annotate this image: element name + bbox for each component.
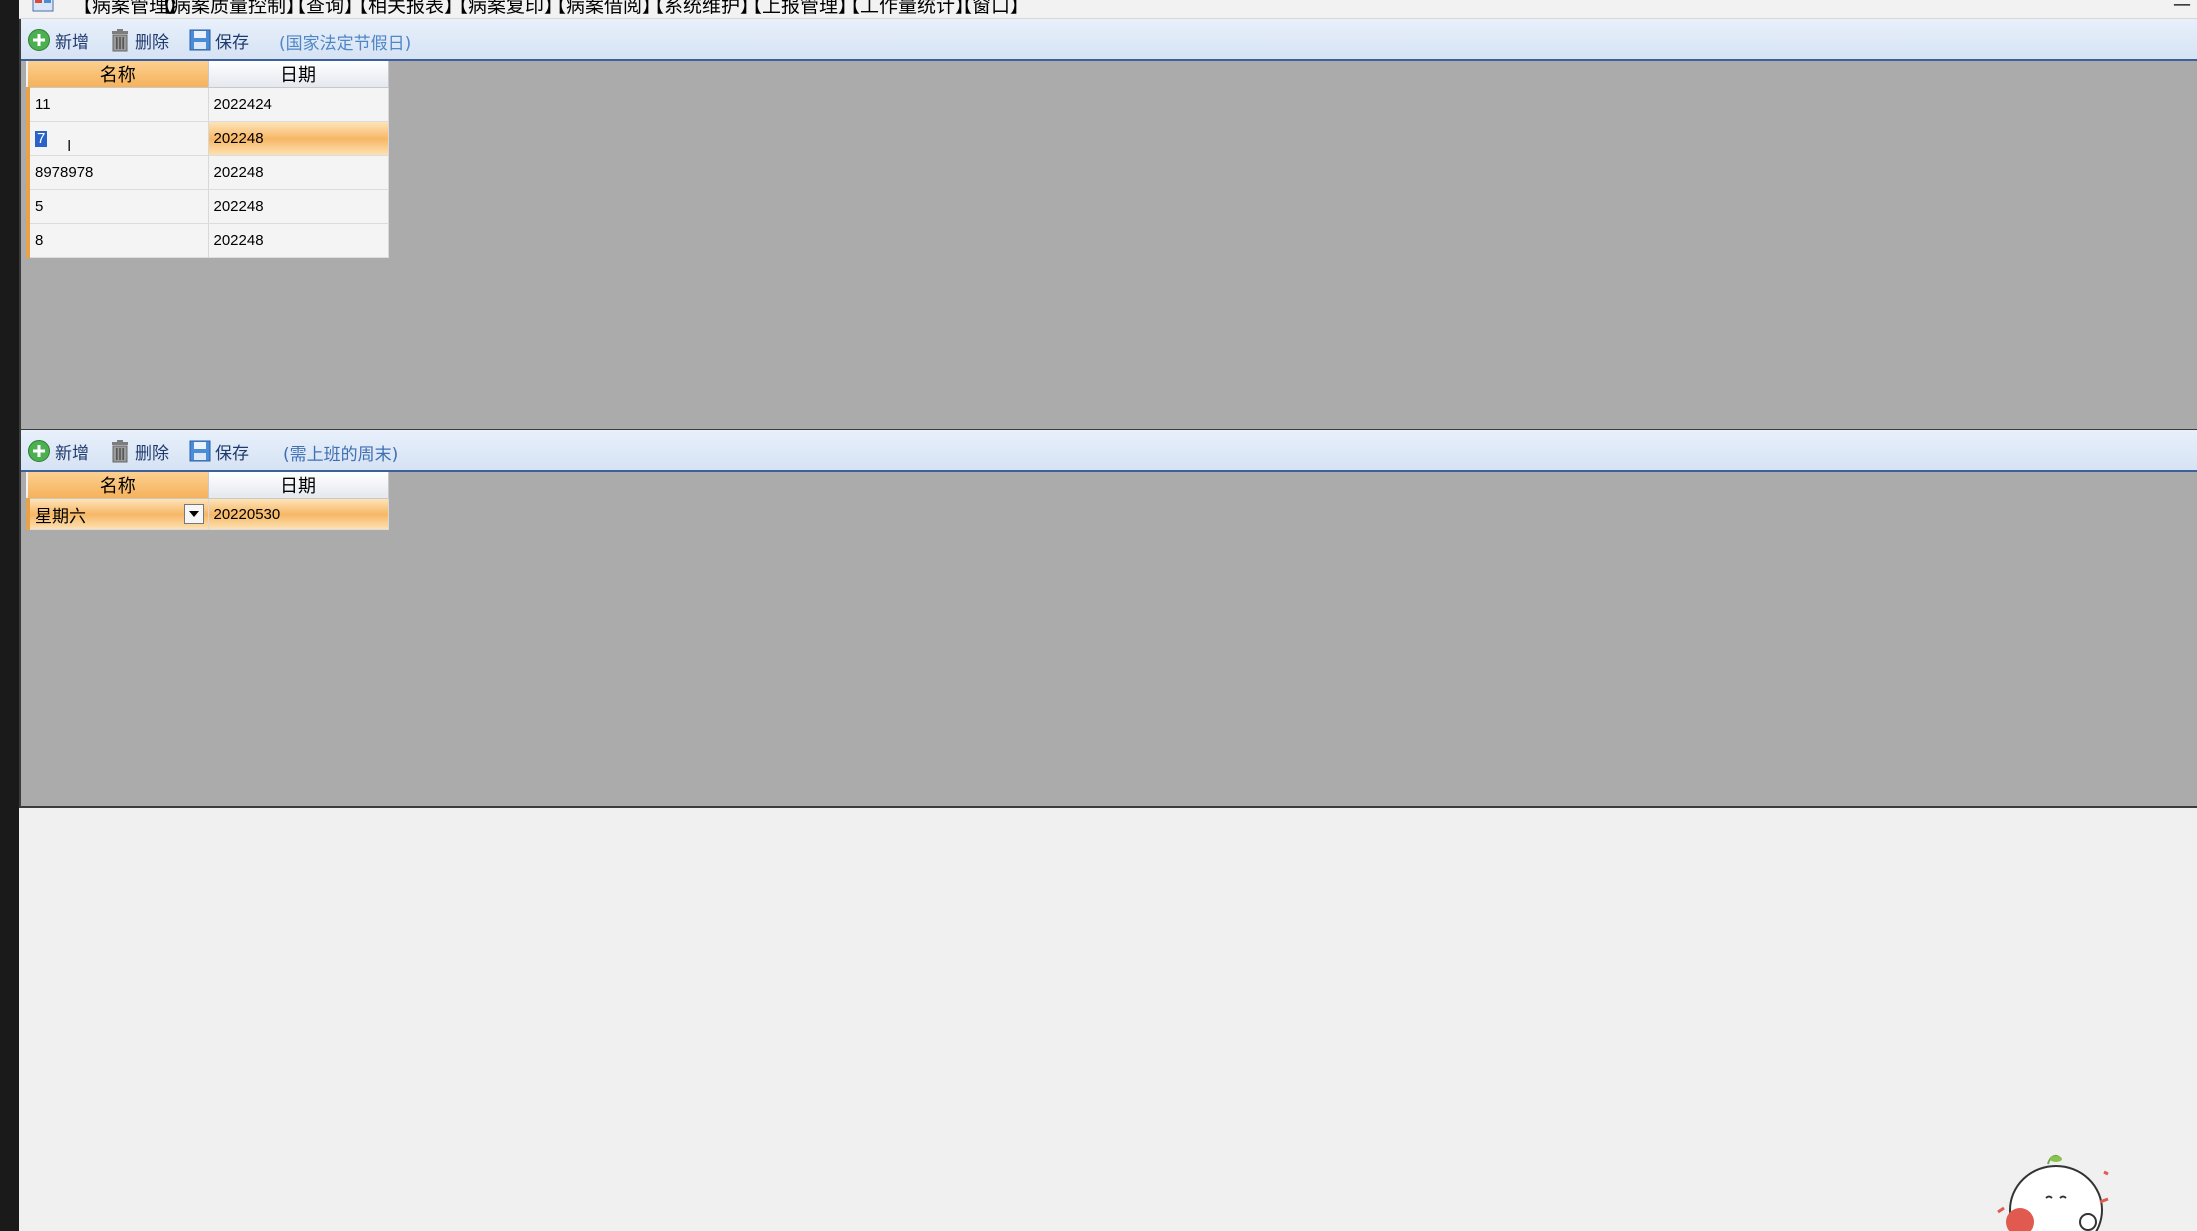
holidays-save-button[interactable]: 保存 — [189, 28, 249, 53]
holidays-grid-header: 名称 日期 — [28, 61, 389, 88]
cell-date[interactable]: 20220530 — [208, 498, 389, 530]
cell-name[interactable]: 8978978 — [26, 155, 209, 190]
holidays-panel: 新增 删除 保存 (国家法定节假日) 名称 日期 11 2022424 7 I … — [19, 19, 2197, 431]
mascot-icon — [1997, 1155, 2109, 1231]
table-row[interactable]: 8978978 202248 — [26, 155, 389, 190]
trash-icon — [112, 29, 128, 52]
holidays-grid: 名称 日期 11 2022424 7 I 202248 8978978 2022… — [26, 61, 389, 258]
menu-window[interactable]: 【窗口】 — [953, 0, 1029, 18]
column-header-name[interactable]: 名称 — [28, 472, 209, 499]
trash-icon — [112, 440, 128, 463]
cell-date[interactable]: 202248 — [208, 223, 389, 258]
cell-name-combo[interactable]: 星期六 — [26, 498, 209, 530]
column-header-date[interactable]: 日期 — [208, 61, 389, 88]
table-row-selected[interactable]: 星期六 20220530 — [26, 498, 389, 530]
cell-date[interactable]: 202248 — [208, 189, 389, 224]
app-icon — [32, 0, 54, 12]
menu-quality-control[interactable]: 【病案质量控制】 — [153, 0, 305, 18]
workdays-caption: (需上班的周末) — [283, 445, 399, 465]
holidays-caption: (国家法定节假日) — [279, 34, 412, 54]
holidays-delete-button[interactable]: 删除 — [109, 28, 169, 53]
save-label: 保存 — [215, 32, 249, 53]
cell-name[interactable]: 11 — [26, 87, 209, 122]
workdays-save-button[interactable]: 保存 — [189, 439, 249, 464]
menu-copy[interactable]: 【病案复印】 — [449, 0, 563, 18]
plus-circle-icon — [28, 440, 50, 462]
cell-date[interactable]: 202248 — [208, 121, 389, 156]
workdays-grid: 名称 日期 星期六 20220530 — [26, 472, 389, 530]
cell-name-editing[interactable]: 7 I — [26, 121, 209, 156]
workdays-toolbar: 新增 删除 保存 (需上班的周末) — [21, 430, 2197, 472]
workdays-delete-button[interactable]: 删除 — [109, 439, 169, 464]
minimize-button[interactable]: — — [2173, 0, 2191, 15]
menu-reports[interactable]: 【相关报表】 — [349, 0, 463, 18]
cell-name[interactable]: 5 — [26, 189, 209, 224]
workdays-grid-header: 名称 日期 — [28, 472, 389, 499]
holidays-toolbar: 新增 删除 保存 (国家法定节假日) — [21, 19, 2197, 61]
cell-date[interactable]: 202248 — [208, 155, 389, 190]
cell-edit-text[interactable]: 7 — [35, 131, 48, 147]
menu-system[interactable]: 【系统维护】 — [645, 0, 759, 18]
add-label: 新增 — [55, 443, 89, 464]
text-cursor-icon: I — [67, 138, 72, 155]
table-row[interactable]: 5 202248 — [26, 189, 389, 224]
table-row-selected[interactable]: 7 I 202248 — [26, 121, 389, 156]
cell-date[interactable]: 2022424 — [208, 87, 389, 122]
holidays-add-button[interactable]: 新增 — [27, 28, 89, 53]
cell-name[interactable]: 8 — [26, 223, 209, 258]
menu-upload[interactable]: 【上报管理】 — [743, 0, 857, 18]
column-header-name[interactable]: 名称 — [28, 61, 209, 88]
menu-bar: 【病案管理】 【病案质量控制】 【查询】 【相关报表】 【病案复印】 【病案借阅… — [19, 0, 2197, 19]
table-row[interactable]: 8 202248 — [26, 223, 389, 258]
floppy-icon — [189, 440, 211, 462]
delete-label: 删除 — [135, 443, 169, 464]
floppy-icon — [189, 29, 211, 51]
table-row[interactable]: 11 2022424 — [26, 87, 389, 122]
weekday-select[interactable]: 星期六 — [35, 502, 207, 527]
delete-label: 删除 — [135, 32, 169, 53]
window-left-edge — [0, 0, 19, 1231]
chevron-down-icon[interactable] — [183, 503, 204, 524]
column-header-date[interactable]: 日期 — [208, 472, 389, 499]
menu-borrow[interactable]: 【病案借阅】 — [547, 0, 661, 18]
workdays-add-button[interactable]: 新增 — [27, 439, 89, 464]
weekday-select-value: 星期六 — [35, 506, 86, 527]
save-label: 保存 — [215, 443, 249, 464]
add-label: 新增 — [55, 32, 89, 53]
workdays-panel: 新增 删除 保存 (需上班的周末) 名称 日期 星期六 20220530 — [19, 430, 2197, 808]
plus-circle-icon — [28, 29, 50, 51]
